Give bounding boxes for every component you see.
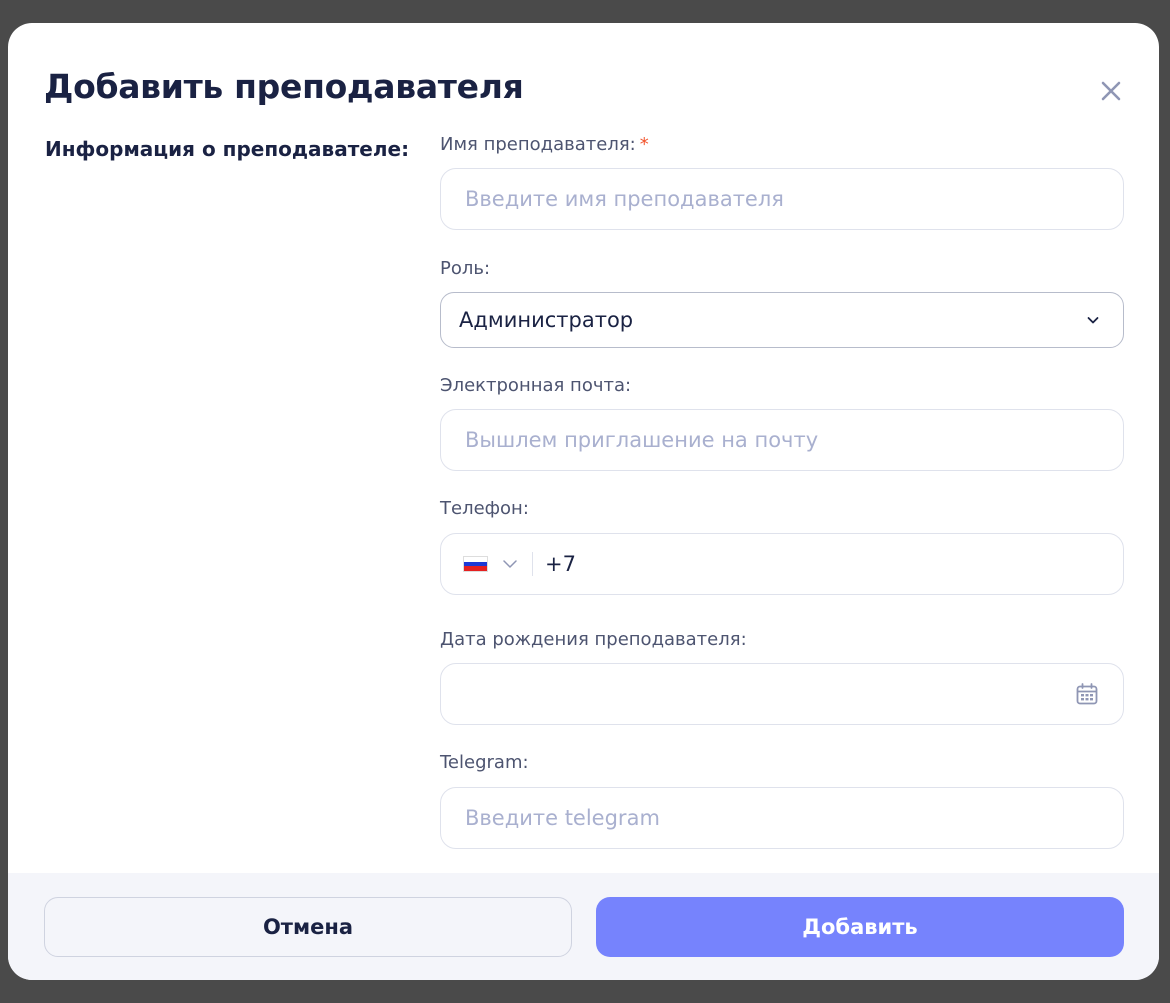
role-select-value: Администратор bbox=[459, 308, 634, 332]
close-button[interactable] bbox=[1096, 76, 1126, 106]
telegram-input[interactable]: Введите telegram bbox=[440, 787, 1124, 849]
birthdate-label: Дата рождения преподавателя: bbox=[440, 629, 747, 650]
email-label: Электронная почта: bbox=[440, 375, 632, 396]
section-label: Информация о преподавателе: bbox=[45, 137, 410, 161]
modal-title: Добавить преподавателя bbox=[44, 67, 524, 106]
telegram-label: Telegram: bbox=[440, 752, 529, 773]
name-label-text: Имя преподавателя: bbox=[440, 134, 636, 155]
name-input-placeholder: Введите имя преподавателя bbox=[465, 187, 784, 211]
cancel-button[interactable]: Отмена bbox=[44, 897, 572, 957]
name-label: Имя преподавателя: * bbox=[440, 134, 649, 155]
telegram-input-placeholder: Введите telegram bbox=[465, 806, 660, 830]
phone-value: +7 bbox=[545, 552, 576, 576]
add-teacher-modal: Добавить преподавателя Информация о преп… bbox=[8, 23, 1159, 980]
role-select[interactable]: Администратор bbox=[440, 292, 1124, 348]
role-label: Роль: bbox=[440, 258, 491, 279]
modal-footer: Отмена Добавить bbox=[8, 873, 1159, 980]
birthdate-input[interactable] bbox=[440, 663, 1124, 725]
phone-divider bbox=[532, 552, 533, 576]
add-button[interactable]: Добавить bbox=[596, 897, 1124, 957]
email-input[interactable]: Вышлем приглашение на почту bbox=[440, 409, 1124, 471]
chevron-down-icon bbox=[503, 560, 517, 568]
chevron-down-icon bbox=[1087, 317, 1099, 324]
russia-flag-icon bbox=[463, 556, 488, 572]
country-code-select[interactable] bbox=[463, 554, 520, 574]
close-icon bbox=[1101, 81, 1121, 101]
calendar-icon[interactable] bbox=[1075, 682, 1099, 706]
phone-label: Телефон: bbox=[440, 498, 529, 519]
required-mark: * bbox=[639, 134, 649, 155]
phone-input[interactable]: +7 bbox=[440, 533, 1124, 595]
email-input-placeholder: Вышлем приглашение на почту bbox=[465, 428, 819, 452]
name-input[interactable]: Введите имя преподавателя bbox=[440, 168, 1124, 230]
